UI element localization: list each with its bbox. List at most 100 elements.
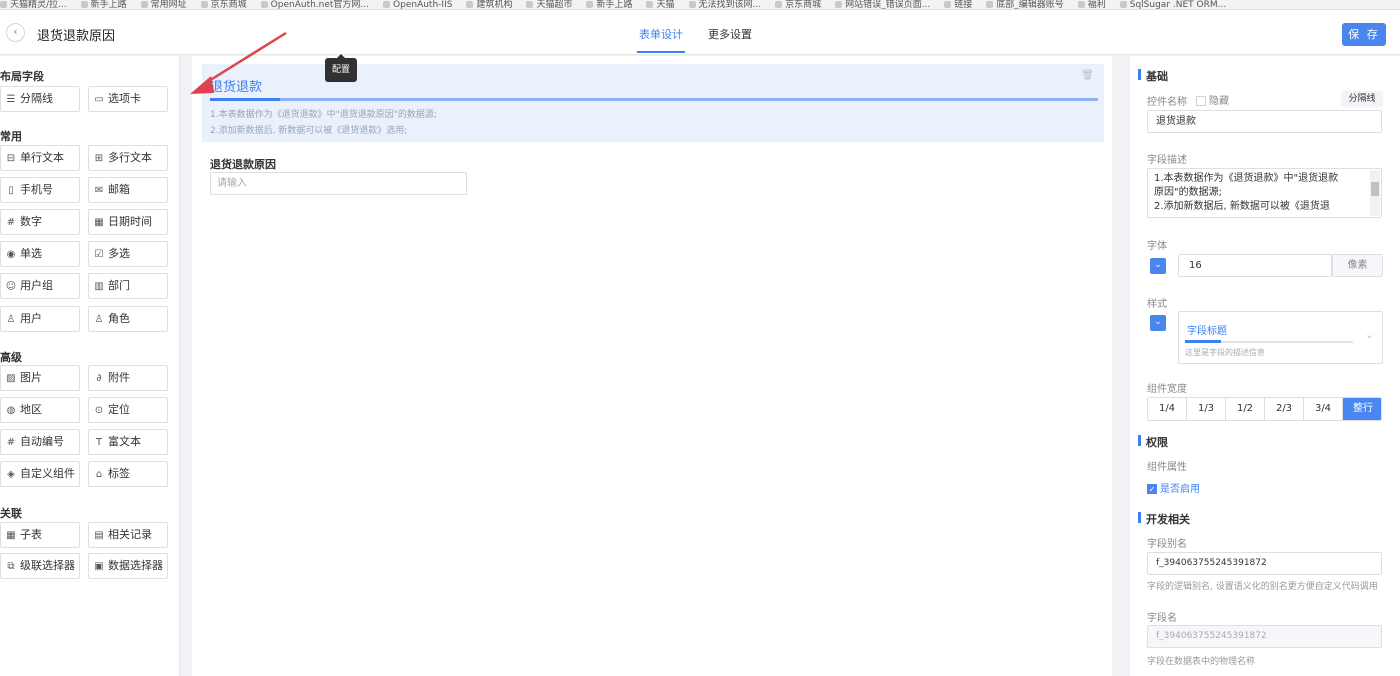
comp-phone[interactable]: ▯ 手机号 (0, 177, 80, 203)
attachment-icon: ∂ (96, 373, 102, 384)
config-tooltip: 配置 (325, 54, 357, 82)
phone-icon: ▯ (8, 185, 14, 196)
font-size-input[interactable]: 16 (1178, 254, 1332, 277)
bookmark-item[interactable]: 天猫 (646, 1, 674, 10)
style-label: 样式 (1147, 299, 1167, 310)
reason-input[interactable]: 请输入 (210, 172, 467, 195)
bookmarks-bar: 天猫精灵/拉... 新手上路 常用网址 京东商城 OpenAuth.net官方网... O… (0, 0, 1400, 10)
alias-input[interactable]: f_394063755245391872 (1147, 552, 1382, 575)
comp-subtable[interactable]: ▦ 子表 (0, 522, 80, 548)
width-option-1-4[interactable]: 1/4 (1148, 398, 1187, 420)
style-preview-select[interactable]: 字段标题 这里是字段的描述信息 ⌄ (1178, 311, 1383, 364)
width-option-1-3[interactable]: 1/3 (1187, 398, 1226, 420)
property-panel: 基础 控件名称 隐藏 分隔线 退货退款 字段描述 1.本表数据作为《退货退款》中… (1130, 56, 1400, 676)
comp-auto-number[interactable]: # 自动编号 (0, 429, 80, 455)
comp-divider[interactable]: ☰ 分隔线 (0, 86, 80, 112)
comp-user[interactable]: ♙ 用户 (0, 306, 80, 332)
custom-component-icon: ◈ (7, 469, 15, 480)
bookmark-item[interactable]: 新手上路 (586, 1, 632, 10)
field-name-help: 字段在数据表中的物理名称 (1147, 657, 1256, 667)
bookmark-item[interactable]: 底部_编辑器账号 (986, 1, 1064, 10)
bookmark-item[interactable]: 天猫精灵/拉... (0, 1, 67, 10)
back-button[interactable]: ‹ (6, 23, 25, 42)
bookmark-item[interactable]: 京东商城 (201, 1, 247, 10)
width-option-full[interactable]: 整行 (1343, 398, 1381, 420)
bookmark-item[interactable]: 新手上路 (81, 1, 127, 10)
chevron-down-icon: ⌄ (1154, 317, 1162, 327)
width-option-1-2[interactable]: 1/2 (1226, 398, 1265, 420)
bookmark-item[interactable]: 网站错误_错误页面... (835, 1, 930, 10)
calendar-icon: ▦ (94, 217, 104, 228)
alias-label: 字段别名 (1147, 539, 1187, 550)
comp-checkbox[interactable]: ☑ 多选 (88, 241, 168, 267)
font-unit: 像素 (1332, 254, 1383, 277)
comp-rich-text[interactable]: T 富文本 (88, 429, 168, 455)
comp-user-group[interactable]: ☺ 用户组 (0, 273, 80, 299)
bookmark-item[interactable]: OpenAuth-IIS (383, 1, 452, 10)
enabled-checkbox[interactable]: ✓ (1147, 484, 1157, 494)
font-label: 字体 (1147, 241, 1167, 252)
bookmark-item[interactable]: 京东商城 (775, 1, 821, 10)
bookmark-item[interactable]: OpenAuth.net官方网... (261, 1, 369, 10)
comp-department[interactable]: ▥ 部门 (88, 273, 168, 299)
enabled-option[interactable]: ✓ 是否启用 (1147, 480, 1200, 495)
comp-image[interactable]: ▨ 图片 (0, 365, 80, 391)
bookmark-item[interactable]: 建筑机构 (466, 1, 512, 10)
bookmark-item[interactable]: 链接 (944, 1, 972, 10)
bookmark-item[interactable]: 福利 (1078, 1, 1106, 10)
radio-icon: ◉ (6, 249, 16, 260)
field-name-label: 字段名 (1147, 613, 1177, 624)
chevron-left-icon: ‹ (13, 25, 18, 38)
comp-mail[interactable]: ✉ 邮箱 (88, 177, 168, 203)
type-tag: 分隔线 (1341, 91, 1383, 107)
trash-icon[interactable]: 🗑 (1081, 70, 1094, 81)
control-name-input[interactable]: 退货退款 (1147, 110, 1382, 133)
comp-tag[interactable]: ⌂ 标签 (88, 461, 168, 487)
comp-role[interactable]: ♙ 角色 (88, 306, 168, 332)
department-icon: ▥ (94, 281, 104, 292)
width-option-3-4[interactable]: 3/4 (1304, 398, 1343, 420)
group-title-common: 常用 (0, 130, 22, 143)
comp-single-line-text[interactable]: ⊟ 单行文本 (0, 145, 80, 171)
location-icon: ⊙ (94, 405, 104, 416)
field-desc-label: 字段描述 (1147, 155, 1187, 166)
user-icon: ♙ (6, 314, 16, 325)
comp-multi-line-text[interactable]: ⊞ 多行文本 (88, 145, 168, 171)
comp-attachment[interactable]: ∂ 附件 (88, 365, 168, 391)
comp-cascader[interactable]: ⧉ 级联选择器 (0, 553, 80, 579)
save-button[interactable]: 保 存 (1342, 23, 1386, 46)
style-dropdown-toggle[interactable]: ⌄ (1150, 315, 1166, 331)
region-icon: ◍ (6, 405, 16, 416)
bookmark-item[interactable]: 无法找到该网... (689, 1, 762, 10)
tab-more-settings[interactable]: 更多设置 (708, 26, 752, 42)
comp-region[interactable]: ◍ 地区 (0, 397, 80, 423)
bookmark-item[interactable]: 常用网址 (141, 1, 187, 10)
data-selector-icon: ▣ (94, 561, 104, 572)
divider-desc-line-1: 1.本表数据作为《退货退款》中"退货退款原因"的数据源; (210, 110, 437, 120)
bookmark-item[interactable]: 天猫超市 (526, 1, 572, 10)
comp-data-selector[interactable]: ▣ 数据选择器 (88, 553, 168, 579)
comp-radio[interactable]: ◉ 单选 (0, 241, 80, 267)
comp-custom-component[interactable]: ◈ 自定义组件 (0, 461, 80, 487)
comp-related-records[interactable]: ▤ 相关记录 (88, 522, 168, 548)
user-group-icon: ☺ (5, 281, 17, 292)
width-option-2-3[interactable]: 2/3 (1265, 398, 1304, 420)
width-selector: 1/4 1/3 1/2 2/3 3/4 整行 (1147, 397, 1382, 421)
hidden-option[interactable]: 隐藏 (1196, 92, 1229, 107)
alias-help: 字段的逻辑别名, 设置语义化的别名更方便自定义代码调用 (1147, 582, 1378, 592)
field-desc-textarea[interactable]: 1.本表数据作为《退货退款》中"退货退款 原因"的数据源; 2.添加新数据后, … (1147, 168, 1382, 218)
role-icon: ♙ (94, 314, 104, 325)
textarea-scrollbar[interactable] (1370, 170, 1380, 216)
comp-datetime[interactable]: ▦ 日期时间 (88, 209, 168, 235)
font-dropdown-toggle[interactable]: ⌄ (1150, 258, 1166, 274)
comp-tabs[interactable]: ▭ 选项卡 (88, 86, 168, 112)
hash-icon: # (6, 437, 16, 448)
bookmark-item[interactable]: SqlSugar .NET ORM... (1120, 1, 1226, 10)
divider-line (210, 98, 1098, 101)
tab-form-design[interactable]: 表单设计 (637, 26, 685, 53)
width-label: 组件宽度 (1147, 384, 1187, 395)
hidden-checkbox[interactable] (1196, 96, 1206, 106)
tag-icon: ⌂ (95, 469, 103, 480)
comp-location[interactable]: ⊙ 定位 (88, 397, 168, 423)
comp-number[interactable]: # 数字 (0, 209, 80, 235)
